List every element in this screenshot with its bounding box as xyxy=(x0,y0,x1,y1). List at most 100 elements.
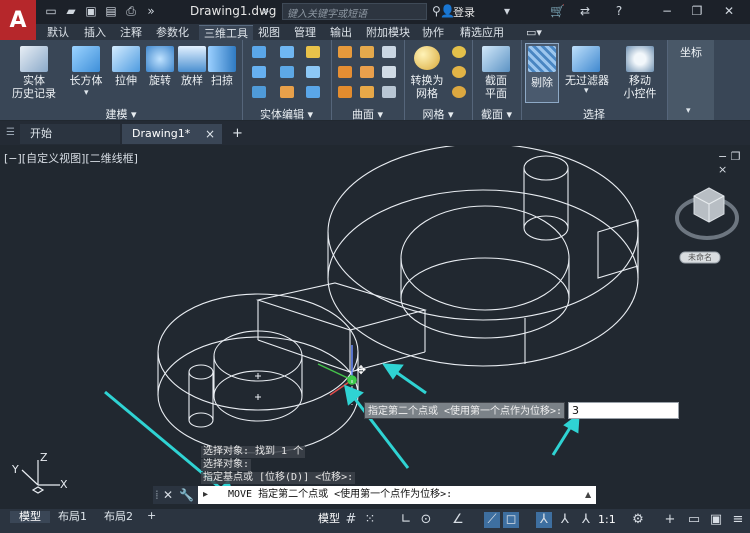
new-tab-button[interactable]: + xyxy=(232,126,243,141)
trim-surface-icon[interactable] xyxy=(382,46,396,58)
tab-manage[interactable]: 管理 xyxy=(294,25,316,40)
units-icon[interactable]: ▭ xyxy=(686,512,702,528)
intersect-icon[interactable] xyxy=(252,86,266,98)
extrude-button[interactable]: 拉伸 xyxy=(108,74,144,87)
grid-icon[interactable]: # xyxy=(343,512,359,528)
panel-title-section[interactable]: 截面 ▾ xyxy=(472,106,521,121)
cull-button[interactable]: 剔除 xyxy=(524,76,560,89)
coordinates-panel-title[interactable]: 坐标 xyxy=(668,46,714,59)
mesh-smooth-icon[interactable] xyxy=(452,46,466,58)
panel-title-solid-edit[interactable]: 实体编辑 ▾ xyxy=(242,106,331,121)
snap-icon[interactable]: ⁙ xyxy=(362,512,378,528)
close-icon[interactable]: ✕ xyxy=(722,4,736,18)
tab-insert[interactable]: 插入 xyxy=(84,25,106,40)
object-snap-icon[interactable]: ◻ xyxy=(503,512,519,528)
isodraft-icon[interactable]: ∠ xyxy=(450,512,466,528)
tab-view[interactable]: 视图 xyxy=(258,25,280,40)
interfere-icon[interactable] xyxy=(280,46,294,58)
minimize-icon[interactable]: − xyxy=(660,4,674,18)
union-icon[interactable] xyxy=(252,46,266,58)
offset-surface-icon[interactable] xyxy=(360,66,374,78)
revolve-icon[interactable] xyxy=(146,46,174,72)
mesh-refine-icon[interactable] xyxy=(452,66,466,78)
start-tab[interactable]: 开始 xyxy=(20,124,120,144)
box-button[interactable]: 长方体 xyxy=(66,74,106,87)
annotation-visibility-icon[interactable]: ⅄ xyxy=(536,512,552,528)
untrim-surface-icon[interactable] xyxy=(382,66,396,78)
viewport-controls-label[interactable]: [−][自定义视图][二维线框] xyxy=(4,150,138,166)
convert-mesh-icon[interactable] xyxy=(414,46,440,70)
sweep-icon[interactable] xyxy=(208,46,236,72)
customize-wrench-icon[interactable]: 🔧 xyxy=(179,486,194,504)
ribbon-options-icon[interactable]: ▭▾ xyxy=(526,25,542,40)
thicken-icon[interactable] xyxy=(280,86,294,98)
search-input[interactable]: 键入关键字或短语 xyxy=(282,3,427,20)
coordinates-expand-icon[interactable]: ▾ xyxy=(686,106,691,116)
title-more-icon[interactable]: » xyxy=(262,4,269,18)
exchange-icon[interactable]: ⇄ xyxy=(578,4,592,18)
tab-featured-apps[interactable]: 精选应用 xyxy=(460,25,504,40)
login-button[interactable]: 登录 xyxy=(453,4,475,20)
tab-menu-icon[interactable]: ☰ xyxy=(6,127,15,138)
tab-3d-tools[interactable]: 三维工具 xyxy=(199,25,253,40)
command-line-input[interactable]: MOVE 指定第二个点或 <使用第一个点作为位移>: xyxy=(198,486,596,504)
solid-history-icon[interactable] xyxy=(20,46,48,72)
loft-icon[interactable] xyxy=(178,46,206,72)
no-filter-dropdown-icon[interactable]: ▾ xyxy=(584,86,589,96)
auto-scale-icon[interactable]: ⅄ xyxy=(557,512,573,528)
close-command-icon[interactable]: ✕ xyxy=(163,486,173,504)
blend-surface-icon[interactable] xyxy=(360,46,374,58)
cart-icon[interactable]: 🛒 xyxy=(550,4,565,18)
mesh-crease-icon[interactable] xyxy=(452,86,466,98)
annotation-scale-value[interactable]: 1:1 xyxy=(598,514,616,526)
annotation-scale-icon[interactable]: ⅄ xyxy=(578,512,594,528)
cull-icon[interactable] xyxy=(528,46,556,72)
panel-title-mesh[interactable]: 网格 ▾ xyxy=(404,106,472,121)
subtract-icon[interactable] xyxy=(252,66,266,78)
layout2-tab[interactable]: 布局2 xyxy=(104,511,133,523)
add-layout-icon[interactable]: + xyxy=(147,510,156,522)
network-surface-icon[interactable] xyxy=(338,46,352,58)
viewcube[interactable] xyxy=(694,188,724,222)
workspace-gear-icon[interactable]: ⚙ xyxy=(630,512,646,528)
sculpt-icon[interactable] xyxy=(382,86,396,98)
tab-default[interactable]: 默认 xyxy=(47,25,69,40)
ortho-icon[interactable]: ∟ xyxy=(398,512,414,528)
extrude-icon[interactable] xyxy=(112,46,140,72)
tab-addins[interactable]: 附加模块 xyxy=(366,25,410,40)
save-icon[interactable]: ▣ xyxy=(84,4,98,18)
viewcube-label[interactable]: 未命名 xyxy=(680,252,720,263)
dynamic-input-field[interactable]: 3 xyxy=(568,402,679,419)
close-tab-icon[interactable]: × xyxy=(205,127,215,141)
app-menu-button[interactable]: A xyxy=(0,0,36,40)
sweep-button[interactable]: 扫掠 xyxy=(204,74,240,87)
box-dropdown-icon[interactable]: ▾ xyxy=(84,88,89,98)
tab-annotate[interactable]: 注释 xyxy=(120,25,142,40)
panel-title-selection[interactable]: 选择 xyxy=(521,106,667,121)
model-space-button[interactable]: 模型 xyxy=(318,513,340,525)
polar-icon[interactable]: ⊙ xyxy=(418,512,434,528)
viewport-window-controls[interactable]: − ❐ × xyxy=(718,150,750,176)
imprint-icon[interactable] xyxy=(306,66,320,78)
command-history-dropdown-icon[interactable]: ▲ xyxy=(585,486,591,504)
model-layout-tab[interactable]: 模型 xyxy=(10,511,50,523)
model-wireframe[interactable]: ✥ xyxy=(0,146,750,509)
move-gizmo-icon[interactable] xyxy=(626,46,654,72)
panel-title-surface[interactable]: 曲面 ▾ xyxy=(331,106,404,121)
new-file-icon[interactable]: ▭ xyxy=(44,4,58,18)
offset-edge-icon[interactable] xyxy=(306,86,320,98)
slice-icon[interactable] xyxy=(280,66,294,78)
solid-history-label[interactable]: 实体 历史记录 xyxy=(8,74,60,100)
tab-output[interactable]: 输出 xyxy=(330,25,352,40)
dropdown-icon[interactable]: ▾ xyxy=(500,4,514,18)
fillet-surface-icon[interactable] xyxy=(338,86,352,98)
object-snap-tracking-icon[interactable]: ⟋ xyxy=(484,512,500,528)
print-icon[interactable]: ⎙ xyxy=(124,4,138,18)
grip-icon[interactable]: ⁞ xyxy=(155,486,159,504)
box-icon[interactable] xyxy=(72,46,100,72)
save-as-icon[interactable]: ▤ xyxy=(104,4,118,18)
patch-surface-icon[interactable] xyxy=(338,66,352,78)
tab-parametric[interactable]: 参数化 xyxy=(156,25,189,40)
move-gizmo-button[interactable]: 移动 小控件 xyxy=(618,74,662,100)
panel-title-modeling[interactable]: 建模 ▾ xyxy=(0,106,242,121)
